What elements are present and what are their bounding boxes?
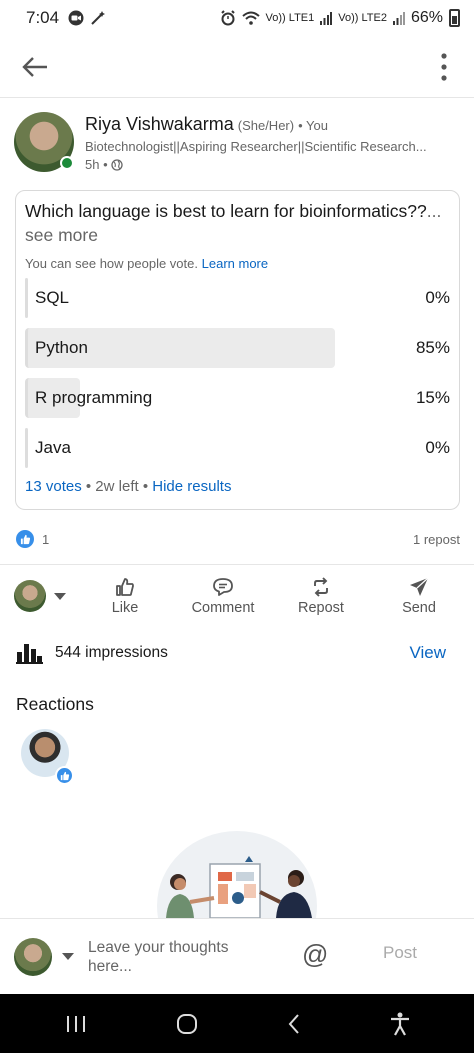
author-pronouns: (She/Her) [237,118,295,133]
comment-label: Comment [191,599,255,616]
send-button[interactable]: Send [370,577,468,616]
poll-option-percent: 0% [425,288,450,307]
mention-button[interactable]: @ [302,939,328,970]
poll-option: SQL 0% [25,278,450,318]
reaction-count: 1 [42,531,50,547]
thumbs-up-icon [116,577,134,596]
poll-options: SQL 0% Python 85% R programming 15% Java… [25,278,450,468]
poll-option: Python 85% [25,328,450,368]
view-analytics-link[interactable]: View [409,643,446,663]
comment-button[interactable]: Comment [174,577,272,616]
like-reaction-icon [55,766,74,785]
author-avatar[interactable] [14,112,74,172]
poll-question-text: Which language is best to learn for bioi… [25,201,427,221]
alarm-icon [220,10,235,26]
accessibility-icon[interactable] [390,1012,410,1036]
chevron-down-icon [54,592,66,600]
repost-button[interactable]: Repost [272,576,370,616]
actor-switcher[interactable] [14,580,76,612]
chevron-down-icon[interactable] [62,953,74,960]
network-1-label: Vo)) LTE1 [265,11,315,24]
signal-icon [320,12,333,25]
send-label: Send [402,599,436,616]
recent-apps-icon[interactable] [65,1014,87,1034]
learn-more-link[interactable]: Learn more [202,256,268,271]
impressions-count: 544 impressions [55,644,168,661]
thumbs-up-icon [60,771,69,780]
poll-option-label: Java [35,438,71,457]
post-time-label: 5h • [85,157,108,172]
poll-option-percent: 15% [415,388,450,407]
poll-option-label: R programming [35,388,153,407]
magic-wand-icon [91,11,106,25]
commenter-avatar[interactable] [14,937,52,976]
signal-icon-2 [392,12,405,25]
status-right-icons: Vo)) LTE1 Vo)) LTE2 66% [220,9,460,27]
author-info: Riya Vishwakarma (She/Her) • You Biotech… [85,114,440,176]
poll-note: You can see how people vote. Learn more [25,256,450,271]
author-headline: Biotechnologist||Aspiring Researcher||Sc… [85,139,427,154]
bar-chart-icon [16,644,43,664]
poll-option-bar [25,278,28,318]
post-time: 5h • [85,157,440,172]
votes-link[interactable]: 13 votes [25,478,82,495]
time-left: • 2w left • [85,478,149,495]
like-button[interactable]: Like [76,577,174,616]
impressions-row: 544 impressions View [16,640,446,666]
wifi-icon [241,11,260,25]
actor-avatar [14,580,46,612]
top-bar [0,36,474,98]
poll-note-text: You can see how people vote. [25,256,198,271]
poll-option-label: SQL [35,288,70,307]
empty-comments-illustration [156,826,318,918]
poll-option-bar [25,428,28,468]
arrow-left-icon [22,56,47,77]
status-left-icons [67,10,107,26]
people-collaborating-illustration [157,831,317,918]
hide-results-link[interactable]: Hide results [152,478,231,495]
status-bar: 7:04 Vo)) LTE1 Vo)) LTE2 66% [0,0,474,36]
author-relation: • You [298,118,328,133]
poll-footer: 13 votes • 2w left • Hide results [25,478,450,495]
post-comment-button[interactable]: Post [383,943,417,963]
home-icon[interactable] [176,1013,198,1035]
battery-percent: 66% [410,9,443,26]
more-options-button[interactable] [432,50,456,84]
comment-input[interactable]: Leave your thoughts here... [88,938,268,976]
status-time: 7:04 [26,8,60,27]
like-label: Like [111,599,139,616]
poll-option-percent: 85% [415,338,450,357]
poll-option-percent: 0% [425,438,450,457]
send-icon [410,577,429,596]
post-author[interactable]: Riya Vishwakarma (She/Her) • You Biotech… [14,112,460,176]
poll-option: Java 0% [25,428,450,468]
system-nav-bar [0,994,474,1053]
back-button[interactable] [18,50,52,84]
repost-label: Repost [298,599,344,616]
back-nav-icon[interactable] [287,1013,301,1035]
poll-question: Which language is best to learn for bioi… [25,199,450,247]
author-name[interactable]: Riya Vishwakarma [85,114,234,135]
reactions-title: Reactions [16,694,94,714]
poll-option-label: Python [35,338,88,357]
like-reaction-icon [16,530,34,548]
globe-icon [110,158,123,171]
social-counts: 1 1 repost [16,528,460,550]
battery-icon [449,9,460,27]
reaction-summary[interactable]: 1 [16,530,49,548]
divider [0,564,474,565]
repost-icon [314,576,328,597]
video-call-icon [68,10,84,26]
online-status-indicator [60,156,74,170]
poll-option: R programming 15% [25,378,450,418]
thumbs-up-icon [20,534,30,544]
poll-card: Which language is best to learn for bioi… [15,190,460,510]
network-2-label: Vo)) LTE2 [338,11,387,24]
repost-count[interactable]: 1 repost [413,532,460,547]
comment-bar: Leave your thoughts here... @ Post [0,918,474,994]
author-name-row: Riya Vishwakarma (She/Her) • You [85,114,440,135]
post-actions: Like Comment Repost Send [0,570,474,622]
comment-icon [213,577,233,596]
more-vertical-icon [441,52,447,81]
